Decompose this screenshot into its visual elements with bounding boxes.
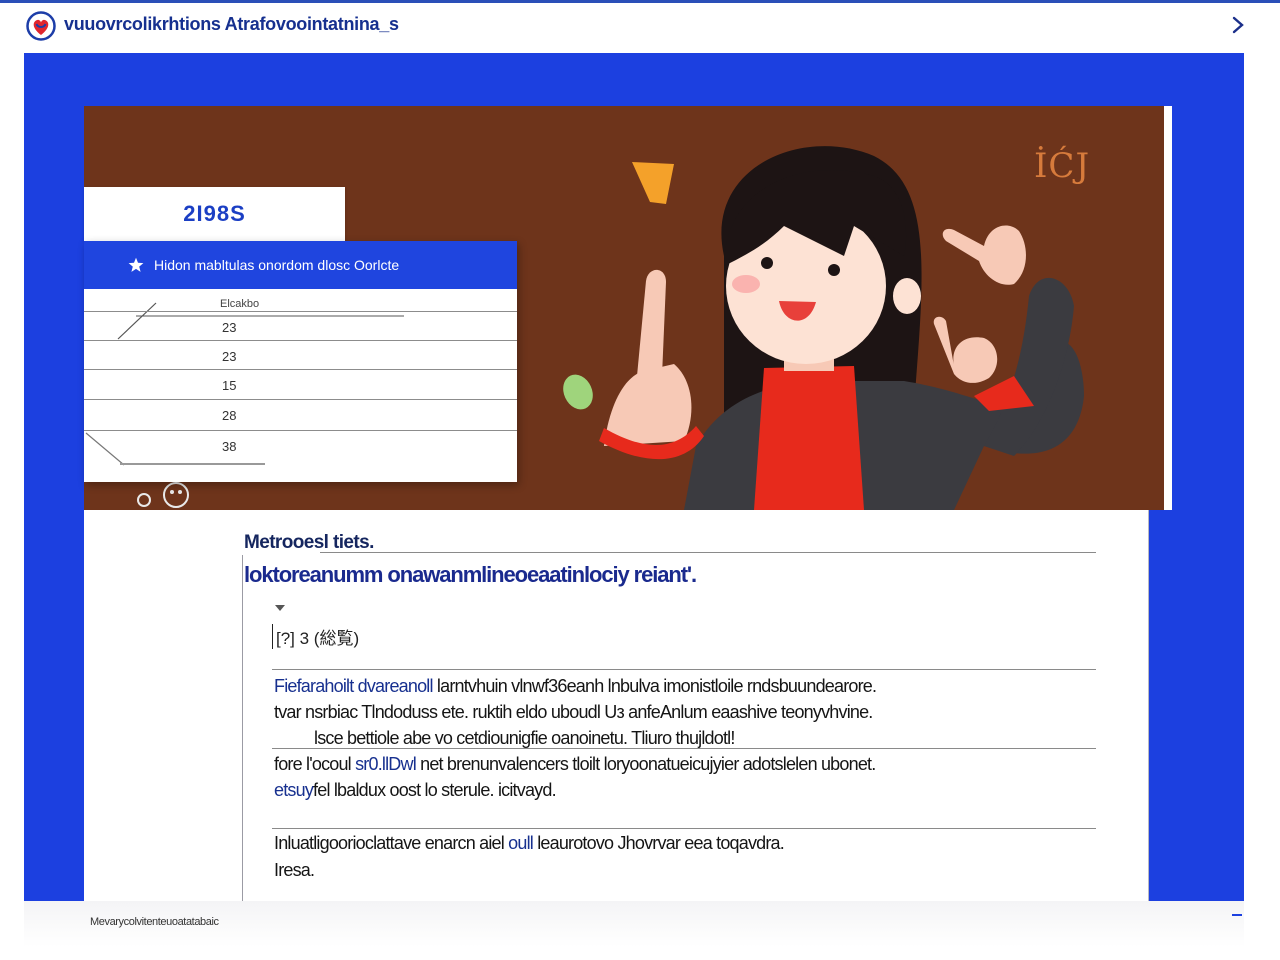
- paragraph-line: Fiefarahoilt dvareanoll larntvhuin vlnwf…: [274, 676, 877, 696]
- hero-edge-strip: [1164, 106, 1172, 510]
- footer-dash: [1232, 914, 1242, 916]
- list-item-value: 28: [222, 407, 237, 423]
- inline-link[interactable]: Fiefarahoilt dvareanoll: [274, 676, 434, 696]
- list-panel-header[interactable]: Hidon mabltulas onordom dlosc Oorlcte: [84, 241, 517, 289]
- hero-corner-mark: İĆJ: [1034, 146, 1091, 186]
- article-card: Metrooesl tiets. loktoreanumm onawanmlin…: [84, 510, 1149, 901]
- year-value: 2I98S: [183, 201, 246, 226]
- year-card: 2I98S: [84, 187, 345, 241]
- list-footer-rule: [120, 463, 265, 465]
- list-column-label: Elcakbo: [220, 298, 260, 310]
- list-item-value: 15: [222, 377, 237, 393]
- divider: [272, 828, 1096, 829]
- top-bar: vuuovrcolikrhtions Atrafovoointatnina_s: [0, 3, 1280, 49]
- list-item-value: 23: [222, 348, 237, 364]
- inline-link[interactable]: sr0.llDwl: [355, 754, 417, 774]
- list-item[interactable]: 23: [84, 311, 517, 342]
- list-item[interactable]: 23: [84, 340, 517, 371]
- chevron-down-icon[interactable]: [274, 602, 286, 614]
- divider: [272, 669, 1096, 670]
- paragraph-line: tvar nsrbiac Tlndoduss ete. ruktih eldo …: [274, 702, 873, 722]
- star-icon: [128, 257, 144, 272]
- list-item[interactable]: 28: [84, 399, 517, 430]
- face-doodle-icon: [137, 482, 189, 508]
- list-item[interactable]: 15: [84, 369, 517, 400]
- footer-note: Mevarycolvitenteuoatatabaic: [90, 916, 219, 928]
- stats-list-panel: Hidon mabltulas onordom dlosc Oorlcte El…: [84, 241, 517, 482]
- paragraph-line: Inluatligoorioclattave enarcn aiel oull …: [274, 833, 785, 853]
- chevron-right-icon[interactable]: [1224, 10, 1252, 40]
- paragraph-line: etsuyfel lbaldux oost lo sterule. icitva…: [274, 780, 557, 800]
- app-title: vuuovrcolikrhtions Atrafovoointatnina_s: [64, 14, 399, 34]
- list-item[interactable]: 38: [84, 430, 517, 461]
- heart-shield-logo-icon[interactable]: [26, 11, 56, 41]
- list-panel-title: Hidon mabltulas onordom dlosc Oorlcte: [154, 257, 400, 273]
- article-tag: [?] 3 (総覧): [272, 624, 359, 649]
- list-item-value: 38: [222, 438, 237, 454]
- paragraph-line: Iresa.: [274, 860, 315, 880]
- divider: [320, 552, 1096, 553]
- article-left-rail: [242, 555, 243, 901]
- paragraph-line: fore l'ocoul sr0.llDwl net brenunvalence…: [274, 754, 876, 774]
- article-headline: loktoreanumm onawanmlineoeaatinlociy rei…: [244, 562, 697, 587]
- list-item-value: 23: [222, 319, 237, 335]
- inline-link[interactable]: oull: [508, 833, 534, 853]
- inline-link[interactable]: etsuy: [274, 780, 314, 800]
- article-kicker: Metrooesl tiets.: [244, 532, 374, 553]
- paragraph-line: lsce bettiole abe vo cetdiounigfie oanoi…: [314, 728, 735, 748]
